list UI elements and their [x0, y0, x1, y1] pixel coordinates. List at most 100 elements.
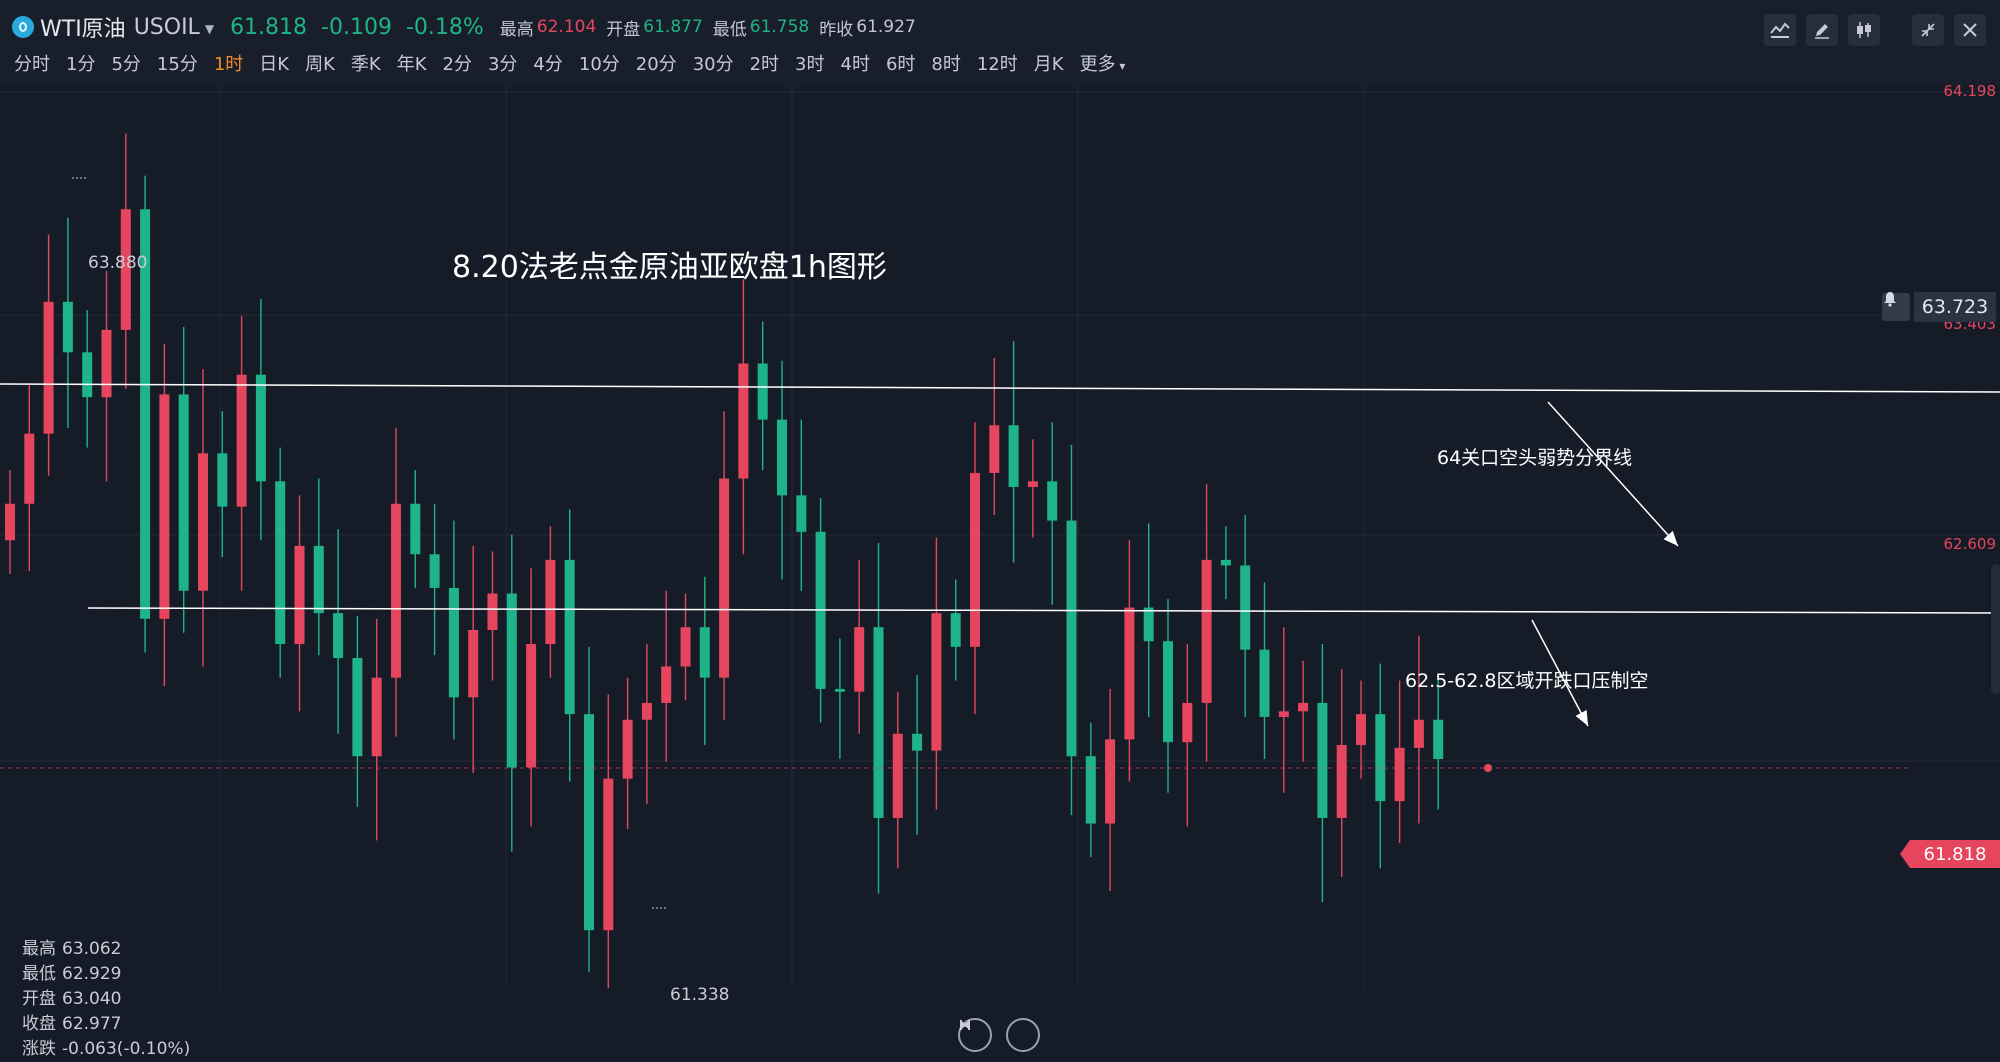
interval-tab[interactable]: 12时	[977, 50, 1018, 76]
candle-body	[159, 394, 170, 619]
candlestick-chart[interactable]	[0, 86, 2000, 988]
stat-high-label: 最高	[499, 19, 534, 40]
interval-tab[interactable]: 20分	[636, 50, 677, 76]
candle-body	[217, 453, 228, 507]
header: WTI原油 USOIL ▼ 61.818 -0.109 -0.18% 最高 62…	[0, 0, 2000, 86]
interval-tab[interactable]: 4时	[841, 50, 870, 76]
symbol-code[interactable]: USOIL	[134, 15, 200, 40]
interval-tabs: 分时 1分 5分 15分 1时 日K 周K 季K 年K 2分 3分 4分 10分…	[14, 50, 1141, 76]
price-axis-scrollbar[interactable]	[1991, 564, 2000, 694]
candle-body	[506, 593, 517, 768]
candle-body	[873, 627, 884, 818]
candle-body	[468, 630, 479, 698]
interval-tab[interactable]: 5分	[111, 50, 140, 76]
interval-tab[interactable]: 10分	[579, 50, 620, 76]
trading-app: WTI原油 USOIL ▼ 61.818 -0.109 -0.18% 最高 62…	[0, 0, 2000, 1059]
resistance-line-64	[0, 383, 2000, 393]
skip-forward-icon[interactable]	[960, 1018, 1040, 1052]
candle-body	[1085, 756, 1096, 824]
info-open-label: 开盘	[22, 989, 56, 1009]
candle-body	[1124, 607, 1135, 740]
interval-tab[interactable]: 日K	[259, 50, 289, 76]
price-alert[interactable]: 63.723	[1882, 291, 2000, 323]
bell-icon[interactable]	[1882, 292, 1910, 321]
candle-body	[892, 733, 903, 818]
candle-body	[1201, 559, 1212, 703]
info-low-label: 最低	[22, 964, 56, 984]
candle-body	[526, 644, 537, 768]
interval-tab[interactable]: 1分	[66, 50, 95, 76]
interval-tab[interactable]: 8时	[931, 50, 960, 76]
candle-body	[410, 503, 421, 555]
last-price: 61.818	[230, 14, 308, 40]
interval-tab[interactable]: 2时	[750, 50, 779, 76]
candle-body	[1066, 520, 1077, 757]
candle-body	[62, 301, 73, 353]
chart-title-note: 8.20法老点金原油亚欧盘1h图形	[452, 250, 887, 285]
candle-body	[989, 425, 1000, 473]
interval-tab[interactable]: 6时	[886, 50, 915, 76]
candle-body	[1143, 607, 1154, 642]
candle-body	[1317, 702, 1328, 818]
candle-body	[1433, 719, 1444, 760]
interval-tab[interactable]: 30分	[693, 50, 734, 76]
candle-body	[680, 627, 691, 667]
interval-tab[interactable]: 分时	[14, 50, 50, 76]
candle-body	[1105, 739, 1116, 824]
interval-tab[interactable]: 2分	[443, 50, 472, 76]
candle-body	[950, 613, 961, 647]
candle-body	[641, 702, 652, 720]
shrink-icon[interactable]	[1912, 14, 1944, 46]
close-icon[interactable]	[1954, 14, 1986, 46]
symbol-name[interactable]: WTI原油	[40, 11, 126, 43]
candle-body	[101, 329, 112, 398]
draw-pencil-icon[interactable]	[1806, 14, 1838, 46]
interval-tab[interactable]: 15分	[157, 50, 198, 76]
candle-body	[391, 503, 401, 678]
period-high-label: 63.880	[88, 253, 148, 273]
price-chart[interactable]: 8.20法老点金原油亚欧盘1h图形 64关口空头弱势分界线 62.5-62.8区…	[0, 82, 2000, 1059]
candle-body	[82, 352, 93, 398]
candle-body	[448, 587, 459, 698]
candle-body	[777, 419, 787, 496]
interval-tab[interactable]: 3时	[795, 50, 824, 76]
chart-navigation	[958, 1018, 1054, 1052]
alert-price-value: 63.723	[1914, 292, 1996, 322]
symbol-logo-icon	[12, 16, 34, 38]
interval-tab[interactable]: 周K	[305, 50, 335, 76]
stat-prev-close-value: 61.927	[856, 17, 916, 37]
candle-body	[333, 613, 344, 659]
candle-body	[1259, 649, 1270, 717]
candle-body	[931, 613, 942, 751]
candle-body	[43, 301, 54, 434]
indicator-icon[interactable]	[1764, 14, 1796, 46]
candle-body	[622, 719, 633, 779]
candle-body	[970, 472, 980, 647]
candle-body	[545, 559, 556, 645]
info-low-value: 62.929	[62, 964, 122, 984]
symbol-dropdown-icon[interactable]: ▼	[205, 22, 214, 36]
candles-icon[interactable]	[1848, 14, 1880, 46]
candle-body	[236, 374, 247, 507]
toolbar	[1754, 14, 1986, 46]
info-open-value: 63.040	[62, 989, 122, 1009]
interval-tab-active[interactable]: 1时	[214, 50, 243, 76]
candle-body	[1375, 714, 1386, 802]
interval-tab[interactable]: 4分	[533, 50, 562, 76]
candle-body	[912, 733, 923, 751]
candle-body	[1182, 702, 1193, 743]
interval-tab[interactable]: 月K	[1034, 50, 1064, 76]
price-change-percent: -0.18%	[405, 14, 484, 40]
candle-body	[1163, 641, 1173, 743]
candle-body	[1027, 481, 1038, 487]
candle-body	[1336, 745, 1347, 818]
candle-body	[699, 627, 710, 678]
candle-body	[429, 554, 440, 588]
more-intervals-dropdown[interactable]: 更多	[1080, 50, 1126, 76]
interval-tab[interactable]: 3分	[488, 50, 517, 76]
candle-body	[1220, 559, 1231, 566]
candle-body	[487, 593, 498, 631]
interval-tab[interactable]: 年K	[397, 50, 427, 76]
annotation-arrow-2-head	[1575, 710, 1588, 726]
interval-tab[interactable]: 季K	[351, 50, 381, 76]
